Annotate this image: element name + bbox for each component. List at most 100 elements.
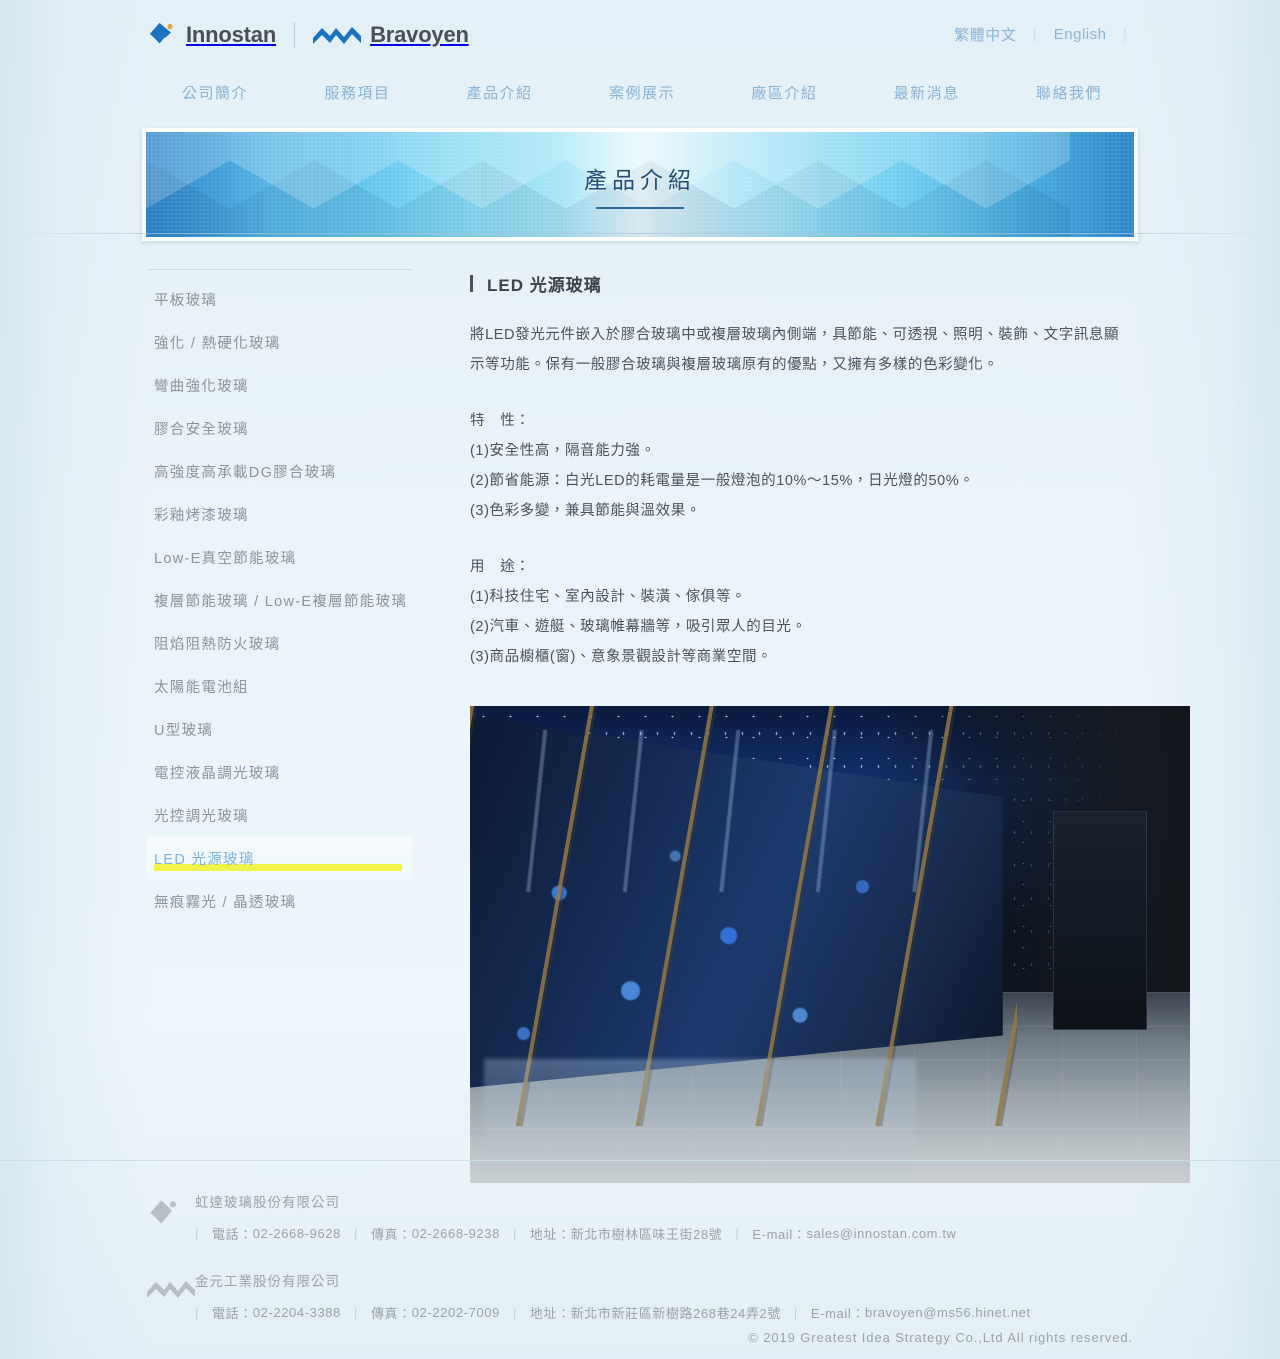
contact-divider: |: [735, 1226, 740, 1241]
fax-value: 02-2202-7009: [411, 1305, 500, 1320]
lang-separator-1: ｜: [1027, 27, 1043, 44]
bravoyen-brand-name: Bravoyen: [370, 22, 469, 47]
sidebar-item-label: 光控調光玻璃: [154, 809, 249, 825]
fax-label: 傳真：: [370, 1227, 412, 1242]
nav-item-factory[interactable]: 廠區介紹: [751, 82, 817, 103]
address-value: 新北市樹林區味王街28號: [570, 1227, 723, 1242]
sidebar-item-insulated-lowe-glass[interactable]: 複層節能玻璃 / Low-E複層節能玻璃: [147, 579, 412, 622]
sidebar-item-fire-resistant-glass[interactable]: 阻焰阻熱防火玻璃: [147, 622, 412, 665]
site-footer: 虹達玻璃股份有限公司 | 電話： 02-2668-9628 | 傳真： 02-2…: [0, 1160, 1280, 1349]
page-title: 產品介紹: [584, 166, 696, 193]
features-line-2: (2)節省能源：白光LED的耗電量是一般燈泡的10%～15%，日光燈的50%。: [470, 473, 975, 489]
email-label: E-mail：: [752, 1227, 807, 1242]
phone-label: 電話：: [211, 1227, 253, 1242]
phone-value: 02-2204-3388: [252, 1305, 341, 1320]
email-label: E-mail：: [810, 1306, 865, 1321]
bravoyen-footer-info: 金元工業股份有限公司 | 電話： 02-2204-3388 | 傳真： 02-2…: [195, 1270, 1133, 1322]
sidebar-item-solar-cell-module[interactable]: 太陽能電池組: [147, 665, 412, 708]
sidebar-item-lowe-vacuum-glass[interactable]: Low-E真空節能玻璃: [147, 536, 412, 579]
sidebar-item-label: 彩釉烤漆玻璃: [154, 508, 249, 524]
sidebar-item-led-glass[interactable]: LED 光源玻璃: [147, 837, 412, 880]
features-line-1: (1)安全性高，隔音能力強。: [470, 443, 656, 459]
sidebar-item-label: Low-E真空節能玻璃: [154, 551, 297, 567]
main-navigation: 公司簡介 服務項目 產品介紹 案例展示 廠區介紹 最新消息 聯絡我們: [0, 70, 1280, 114]
company-contact-row: | 電話： 02-2668-9628 | 傳真： 02-2668-9238 | …: [195, 1224, 1133, 1243]
product-features: 特 性： (1)安全性高，隔音能力強。 (2)節省能源：白光LED的耗電量是一般…: [470, 406, 1133, 526]
company-name: 金元工業股份有限公司: [195, 1274, 340, 1289]
sidebar-item-curved-tempered-glass[interactable]: 彎曲強化玻璃: [147, 364, 412, 407]
innostan-footer-info: 虹達玻璃股份有限公司 | 電話： 02-2668-9628 | 傳真： 02-2…: [195, 1191, 1133, 1243]
innostan-logo-link[interactable]: Innostan: [147, 20, 276, 50]
sidebar-item-photochromic-glass[interactable]: 光控調光玻璃: [147, 794, 412, 837]
banner-title-group: 產品介紹: [146, 132, 1134, 237]
email-value[interactable]: sales@innostan.com.tw: [806, 1226, 956, 1241]
product-title: LED 光源玻璃: [470, 269, 1133, 296]
bravoyen-zigzag-logo-gray-icon: [147, 1270, 195, 1302]
copyright-text: © 2019 Greatest Idea Strategy Co.,Ltd Al…: [748, 1330, 1133, 1345]
sidebar-item-ceramic-painted-glass[interactable]: 彩釉烤漆玻璃: [147, 493, 412, 536]
innostan-diamond-logo-gray-icon: [147, 1191, 195, 1231]
nav-item-services[interactable]: 服務項目: [324, 82, 390, 103]
phone-label: 電話：: [211, 1306, 253, 1321]
contact-divider: |: [353, 1226, 358, 1241]
contact-divider: |: [195, 1305, 199, 1320]
site-header: Innostan Bravoyen 繁體中文 ｜ English ｜: [0, 0, 1280, 70]
logo-group: Innostan Bravoyen: [147, 20, 469, 50]
contact-divider: |: [512, 1305, 517, 1320]
bravoyen-zigzag-logo-icon: [313, 22, 362, 48]
nav-item-contact[interactable]: 聯絡我們: [1036, 82, 1102, 103]
banner-graphic: 產品介紹: [146, 132, 1134, 237]
sidebar-item-label: LED 光源玻璃: [154, 852, 255, 868]
sidebar-item-tempered-glass[interactable]: 強化 / 熱硬化玻璃: [147, 321, 412, 364]
nav-item-company[interactable]: 公司簡介: [182, 82, 248, 103]
address-label: 地址：: [529, 1227, 571, 1242]
contact-divider: |: [512, 1226, 517, 1241]
language-switcher: 繁體中文 ｜ English ｜: [954, 24, 1133, 45]
product-intro: 將LED發光元件嵌入於膠合玻璃中或複層玻璃內側端，具節能、可透視、照明、裝飾、文…: [470, 327, 1120, 373]
uses-line-1: (1)科技住宅、室內設計、裝潢、傢俱等。: [470, 589, 747, 605]
phone-value: 02-2668-9628: [252, 1226, 341, 1241]
page-banner: 產品介紹: [142, 128, 1138, 241]
sidebar-item-flat-glass[interactable]: 平板玻璃: [147, 278, 412, 321]
sidebar-item-label: 電控液晶調光玻璃: [154, 766, 281, 782]
bravoyen-logo-link[interactable]: Bravoyen: [313, 22, 469, 48]
main-area: 平板玻璃 強化 / 熱硬化玻璃 彎曲強化玻璃 膠合安全玻璃 高強度高承載DG膠合…: [0, 241, 1280, 1183]
brand-divider: [294, 22, 296, 48]
lang-separator-2: ｜: [1117, 27, 1133, 44]
footer-company-bravoyen: 金元工業股份有限公司 | 電話： 02-2204-3388 | 傳真： 02-2…: [147, 1270, 1133, 1322]
uses-line-3: (3)商品櫥櫃(窗)、意象景觀設計等商業空間。: [470, 649, 773, 665]
page-root: Innostan Bravoyen 繁體中文 ｜ English ｜ 公司簡介 …: [0, 0, 1280, 1359]
product-category-sidebar: 平板玻璃 強化 / 熱硬化玻璃 彎曲強化玻璃 膠合安全玻璃 高強度高承載DG膠合…: [147, 269, 412, 1183]
sidebar-item-label: 複層節能玻璃 / Low-E複層節能玻璃: [154, 594, 408, 610]
lang-link-zh[interactable]: 繁體中文: [954, 24, 1016, 45]
sidebar-item-label: 高強度高承載DG膠合玻璃: [154, 465, 337, 481]
address-value: 新北市新莊區新樹路268巷24弄2號: [570, 1306, 781, 1321]
nav-item-cases[interactable]: 案例展示: [609, 82, 675, 103]
address-label: 地址：: [529, 1306, 571, 1321]
features-line-3: (3)色彩多變，兼具節能與溫效果。: [470, 503, 701, 519]
footer-company-innostan: 虹達玻璃股份有限公司 | 電話： 02-2668-9628 | 傳真： 02-2…: [147, 1191, 1133, 1243]
uses-line-2: (2)汽車、遊艇、玻璃帷幕牆等，吸引眾人的目光。: [470, 619, 807, 635]
sidebar-item-label: U型玻璃: [154, 723, 214, 739]
product-detail: LED 光源玻璃 將LED發光元件嵌入於膠合玻璃中或複層玻璃內側端，具節能、可透…: [470, 269, 1190, 1183]
lang-link-en[interactable]: English: [1054, 26, 1107, 43]
contact-divider: |: [195, 1226, 199, 1241]
sidebar-item-laminated-safety-glass[interactable]: 膠合安全玻璃: [147, 407, 412, 450]
uses-heading: 用 途：: [470, 559, 531, 575]
sidebar-item-u-profile-glass[interactable]: U型玻璃: [147, 708, 412, 751]
sidebar-item-matte-crystal-glass[interactable]: 無痕霧光 / 晶透玻璃: [147, 880, 412, 923]
sidebar-item-label: 彎曲強化玻璃: [154, 379, 249, 395]
section-divider: [0, 233, 1280, 234]
product-photo: [470, 706, 1190, 1183]
sidebar-item-label: 太陽能電池組: [154, 680, 249, 696]
sidebar-item-label: 阻焰阻熱防火玻璃: [154, 637, 281, 653]
contact-divider: |: [793, 1305, 798, 1320]
company-contact-row: | 電話： 02-2204-3388 | 傳真： 02-2202-7009 | …: [195, 1303, 1133, 1322]
email-value[interactable]: bravoyen@ms56.hinet.net: [865, 1305, 1031, 1320]
sidebar-item-switchable-lcd-glass[interactable]: 電控液晶調光玻璃: [147, 751, 412, 794]
nav-item-products[interactable]: 產品介紹: [467, 82, 533, 103]
sidebar-item-dg-laminated-glass[interactable]: 高強度高承載DG膠合玻璃: [147, 450, 412, 493]
nav-item-news[interactable]: 最新消息: [894, 82, 960, 103]
product-uses: 用 途： (1)科技住宅、室內設計、裝潢、傢俱等。 (2)汽車、遊艇、玻璃帷幕牆…: [470, 552, 1133, 672]
innostan-brand-name: Innostan: [186, 22, 277, 47]
